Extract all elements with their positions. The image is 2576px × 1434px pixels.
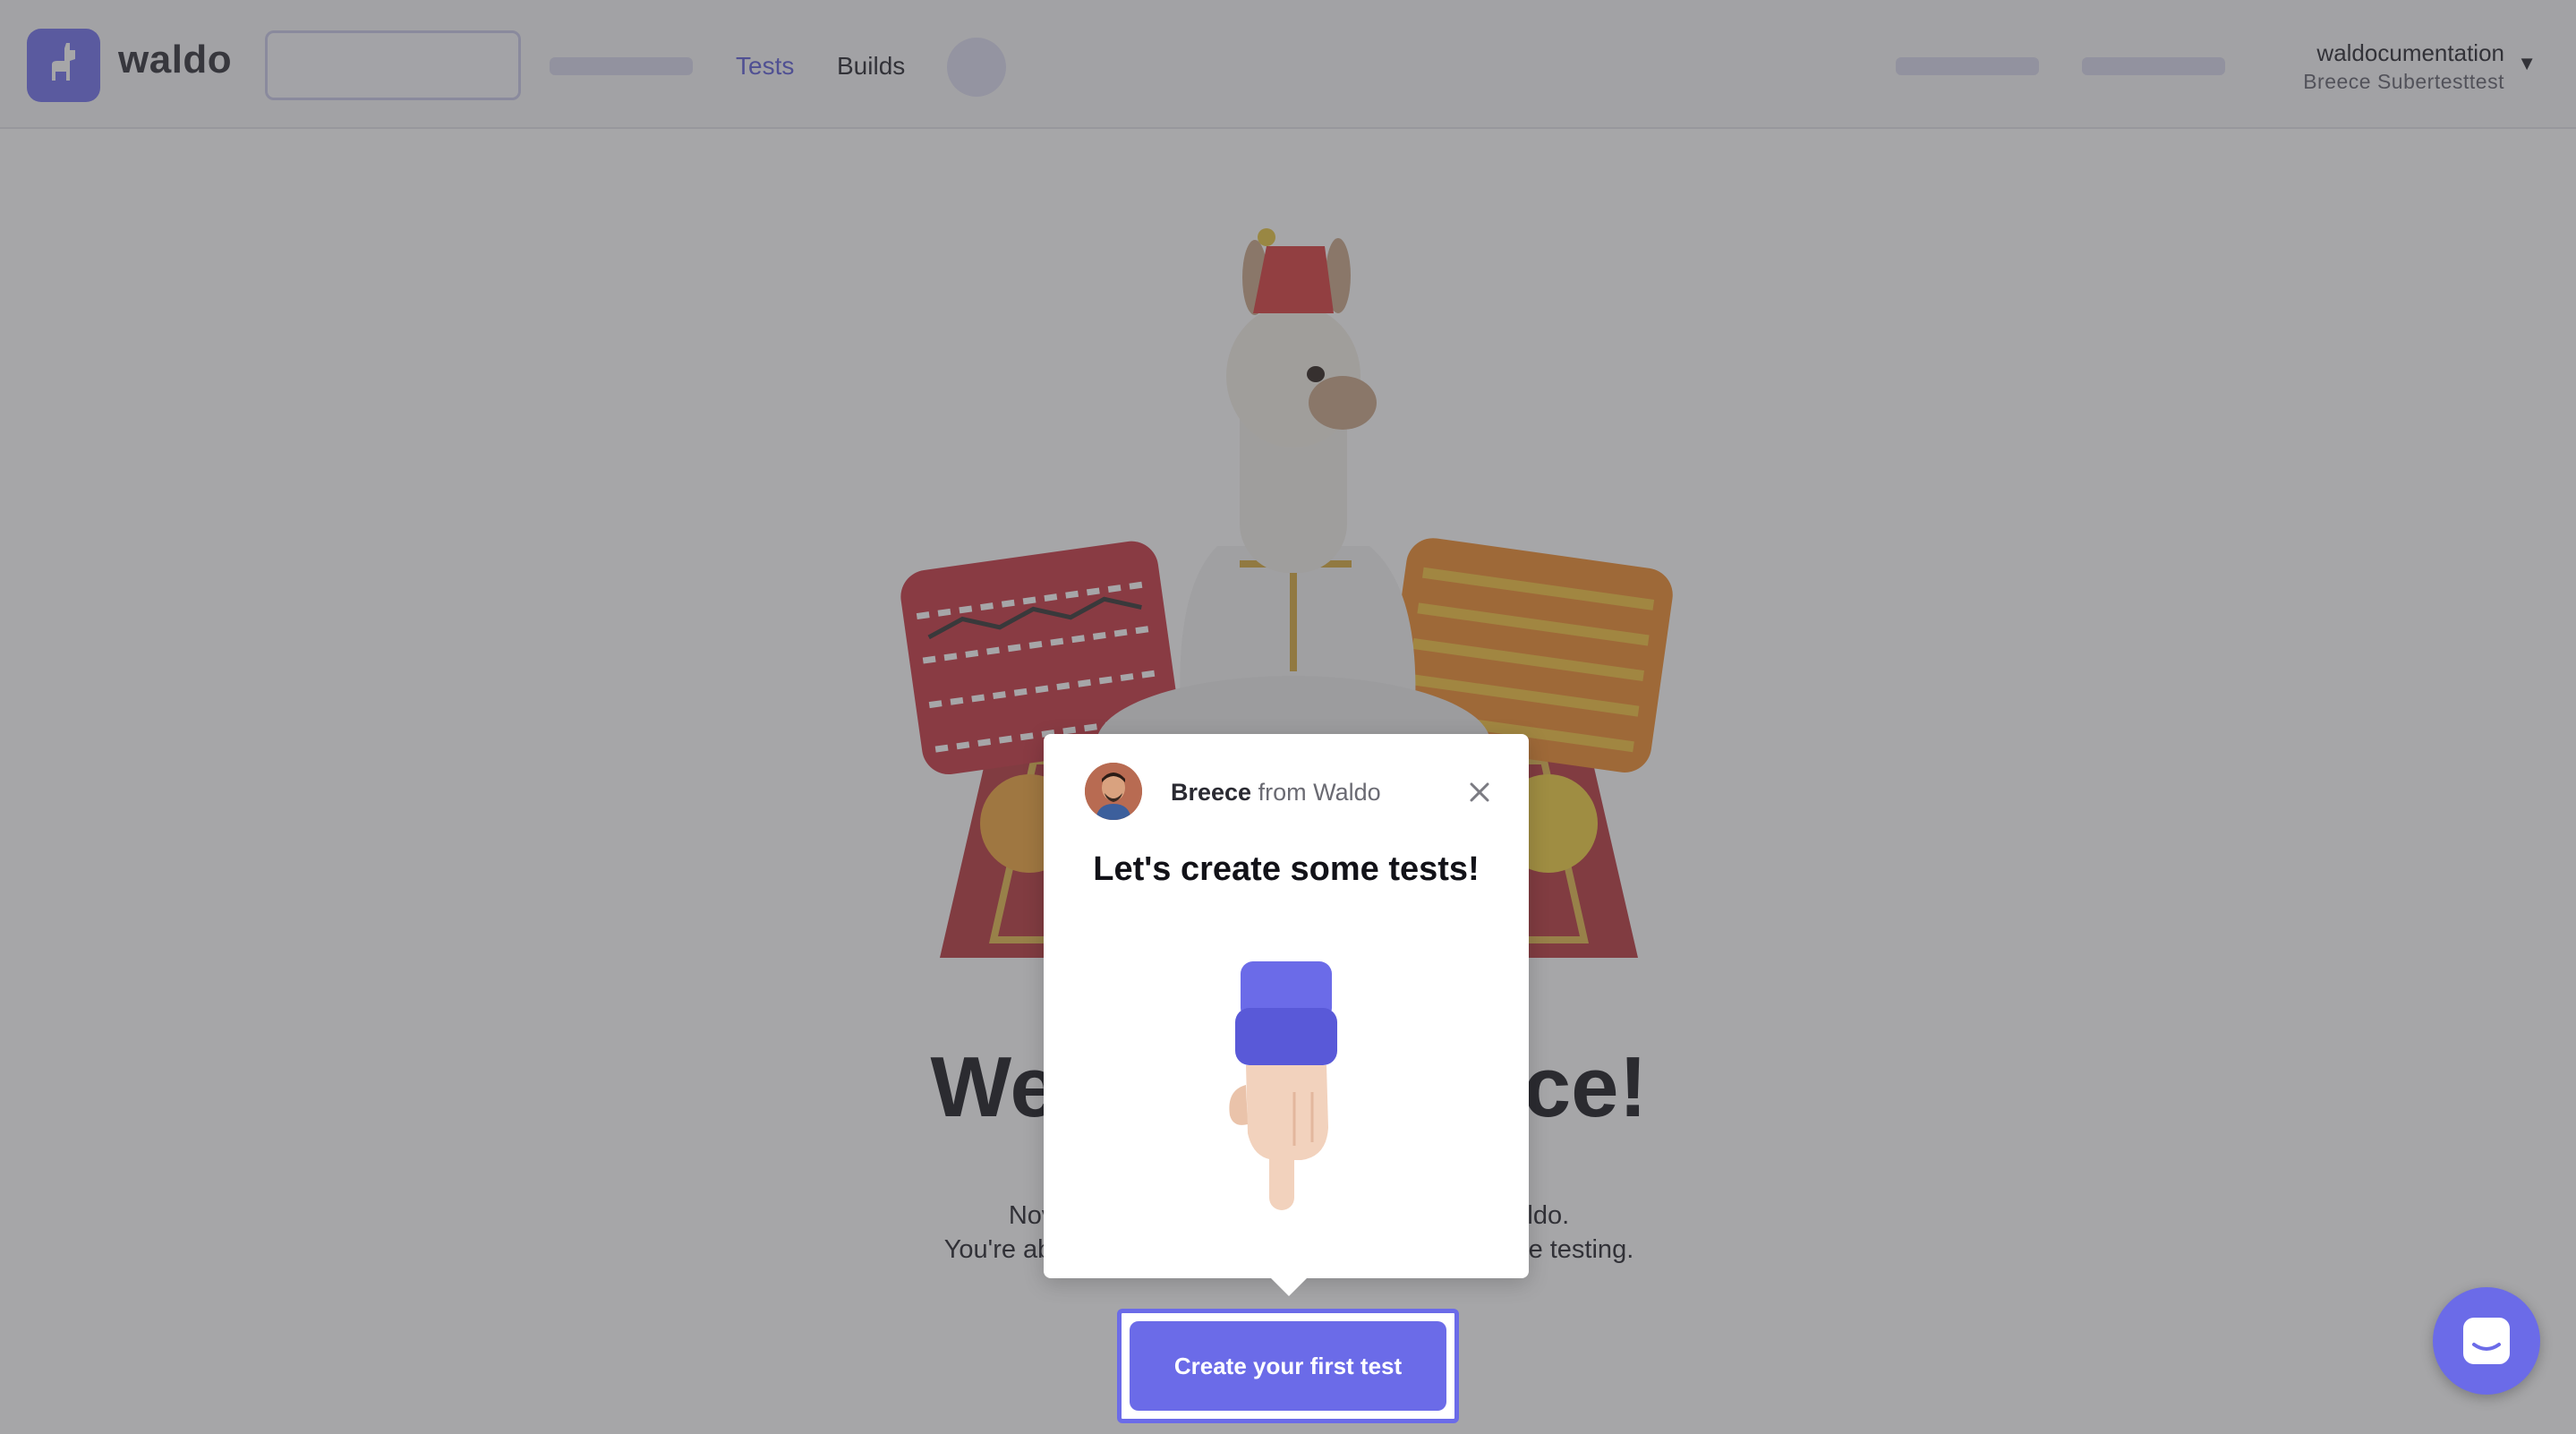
popup-title: Let's create some tests! xyxy=(1093,850,1480,888)
create-first-test-button[interactable]: Create your first test xyxy=(1130,1321,1446,1411)
close-icon[interactable] xyxy=(1459,772,1500,813)
pointing-hand-icon xyxy=(1229,961,1337,1210)
onboarding-popup: Breece from Waldo Let's create some test… xyxy=(1044,734,1529,1278)
chat-icon[interactable] xyxy=(2433,1287,2540,1395)
popup-sender: Breece from Waldo xyxy=(1171,779,1381,806)
popup-arrow xyxy=(1269,1276,1309,1296)
page: waldo Tests Builds waldocumentation Bree… xyxy=(0,0,2576,1434)
sender-avatar xyxy=(1085,763,1142,820)
